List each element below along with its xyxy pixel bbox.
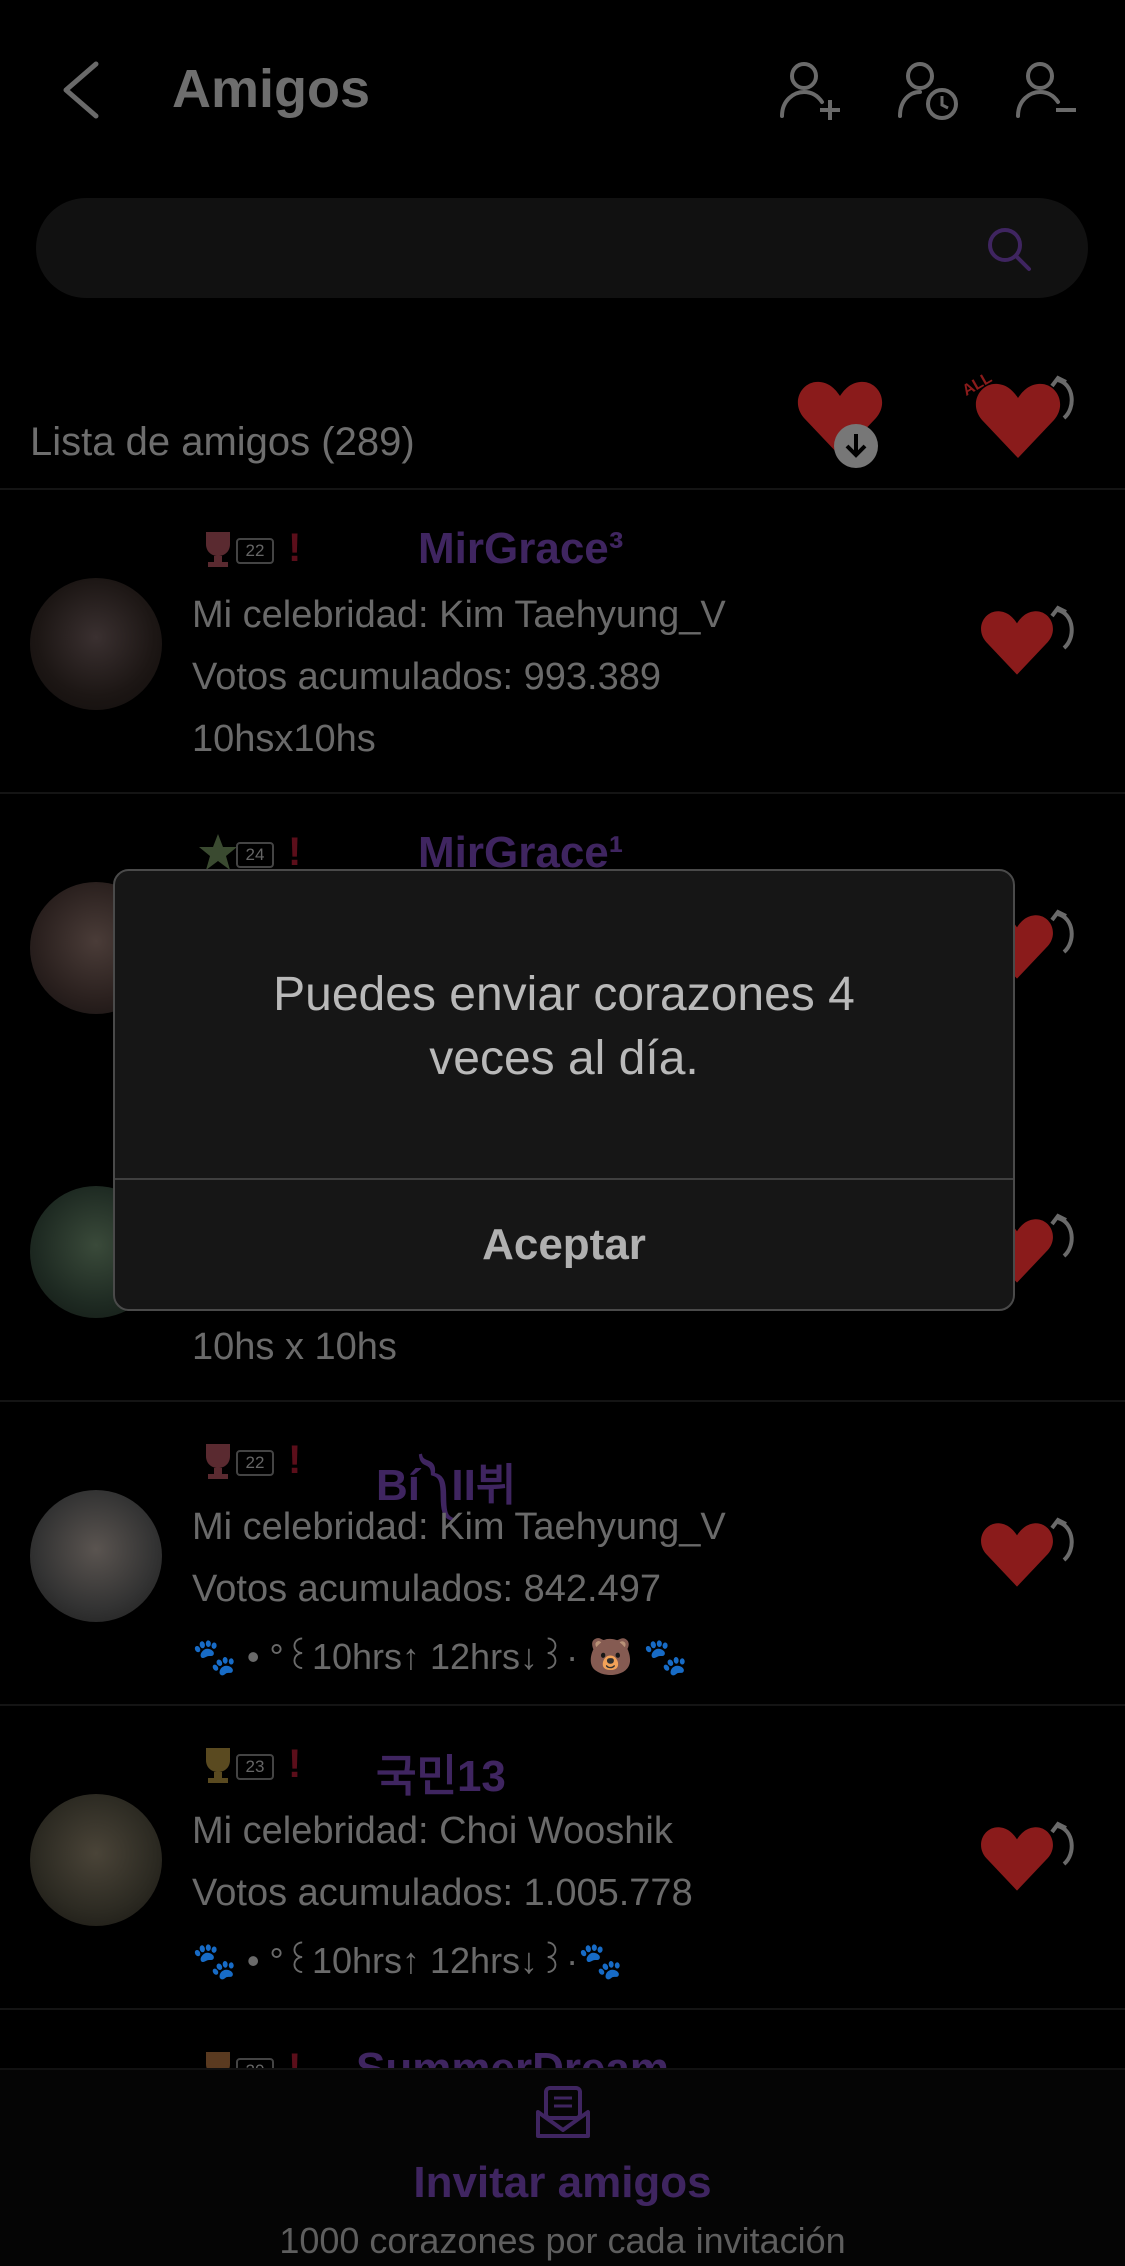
friend-votes: Votos acumulados: 1.005.778 xyxy=(192,1872,693,1914)
send-arrow-icon xyxy=(1050,1821,1074,1866)
friend-list-heading: Lista de amigos (289) xyxy=(30,420,415,464)
friend-status: 🐾 • °꒰10hrs↑ 12hrs↓꒱·🐾 xyxy=(192,1940,623,1981)
level-badge: 22 xyxy=(236,538,274,564)
level-badge: 24 xyxy=(236,842,274,868)
friend-votes: Votos acumulados: 842.497 xyxy=(192,1568,662,1610)
trophy-badge-icon xyxy=(206,2052,230,2068)
friend-status: 🐾 • °꒰10hrs↑ 12hrs↓꒱· 🐻 🐾 xyxy=(192,1636,688,1677)
dialog-message-line-1: Puedes enviar corazones 4 xyxy=(273,968,855,1021)
avatar[interactable] xyxy=(30,1794,162,1926)
alert-mark: ! xyxy=(288,526,302,570)
friend-status: 10hsx10hs xyxy=(192,718,376,760)
send-arrow-icon xyxy=(1050,375,1074,420)
page-title: Amigos xyxy=(172,59,371,119)
friend-row[interactable]: 22 ! MirGrace³ Mi celebridad: Kim Taehyu… xyxy=(0,490,1125,792)
send-arrow-icon xyxy=(1050,605,1074,650)
friend-row[interactable]: 23 ! 국민13 Mi celebridad: Choi Wooshik Vo… xyxy=(0,1706,1125,2008)
friend-celebrity: Mi celebridad: Kim Taehyung_V xyxy=(192,594,726,636)
send-heart-icon[interactable] xyxy=(978,1824,1056,1894)
avatar[interactable] xyxy=(30,578,162,710)
avatar[interactable] xyxy=(30,1490,162,1622)
pending-friends-icon[interactable] xyxy=(896,58,960,122)
friend-status: 10hs x 10hs xyxy=(192,1326,397,1368)
search-bar[interactable] xyxy=(36,198,1088,298)
dialog-message: Puedes enviar corazones 4 veces al día. xyxy=(115,963,1013,1091)
friend-row[interactable]: 22 ! Bí༽II뷔 Mi celebridad: Kim Taehyung_… xyxy=(0,1402,1125,1704)
friend-celebrity: Mi celebridad: Kim Taehyung_V xyxy=(192,1506,726,1548)
dialog-divider xyxy=(115,1178,1013,1180)
dialog-message-line-2: veces al día. xyxy=(429,1032,699,1085)
level-badge: 23 xyxy=(236,1754,274,1780)
invite-friends-label[interactable]: Invitar amigos xyxy=(0,2158,1125,2208)
alert-dialog: Puedes enviar corazones 4 veces al día. … xyxy=(113,869,1015,1311)
invite-envelope-icon[interactable] xyxy=(534,2084,592,2142)
friend-row[interactable]: 20 ! SummerDream xyxy=(0,2010,1125,2068)
alert-mark: ! xyxy=(288,2046,302,2068)
search-icon[interactable] xyxy=(986,226,1032,272)
download-badge-icon xyxy=(834,424,878,468)
send-heart-icon[interactable] xyxy=(978,1520,1056,1590)
accept-button[interactable]: Aceptar xyxy=(115,1182,1013,1307)
star-badge-icon xyxy=(199,834,237,870)
trophy-badge-icon xyxy=(206,532,230,567)
invite-reward-text: 1000 corazones por cada invitación xyxy=(279,2220,846,2261)
alert-mark: ! xyxy=(288,1742,302,1786)
friend-name[interactable]: MirGrace³ xyxy=(418,524,623,574)
friend-name[interactable]: SummerDream xyxy=(356,2044,669,2068)
send-arrow-icon xyxy=(1050,909,1074,954)
send-arrow-icon xyxy=(1050,1213,1074,1258)
friend-celebrity: Mi celebridad: Choi Wooshik xyxy=(192,1810,673,1852)
trophy-badge-icon xyxy=(206,1444,230,1479)
search-input[interactable] xyxy=(76,224,980,274)
send-heart-icon[interactable] xyxy=(978,608,1056,678)
alert-mark: ! xyxy=(288,1438,302,1482)
send-all-hearts-icon[interactable] xyxy=(974,380,1062,462)
invite-bar[interactable]: Invitar amigos 1000 corazones por cada i… xyxy=(0,2068,1125,2266)
back-arrow-icon[interactable] xyxy=(58,60,104,120)
friend-votes: Votos acumulados: 993.389 xyxy=(192,656,662,698)
send-arrow-icon xyxy=(1050,1517,1074,1562)
remove-friend-icon[interactable] xyxy=(1014,58,1078,122)
level-badge: 20 xyxy=(236,2058,274,2068)
trophy-badge-icon xyxy=(206,1748,230,1783)
add-friend-icon[interactable] xyxy=(778,58,842,122)
friend-name[interactable]: 국민13 xyxy=(376,1740,506,1804)
level-badge: 22 xyxy=(236,1450,274,1476)
